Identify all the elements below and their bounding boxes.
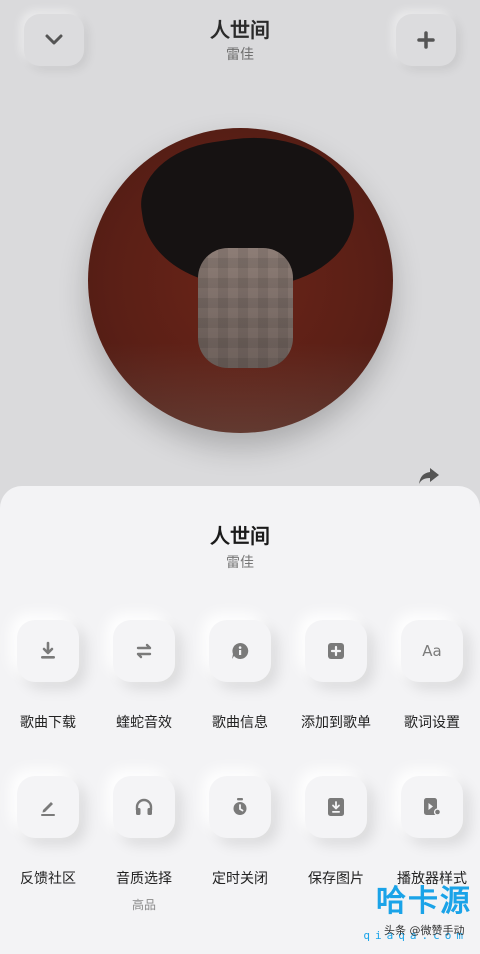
option-feedback-label: 反馈社区 [20, 871, 76, 887]
audio-quality-tile[interactable] [113, 776, 175, 838]
option-save-image[interactable]: 保存图片 [288, 776, 384, 888]
option-feedback[interactable]: 反馈社区 [0, 776, 96, 888]
album-cover[interactable] [88, 128, 393, 433]
option-song-info-label: 歌曲信息 [212, 715, 268, 731]
save-image-tile[interactable] [305, 776, 367, 838]
player-style-tile[interactable] [401, 776, 463, 838]
lyrics-font-icon: Aa [422, 642, 442, 660]
headphones-icon [135, 798, 153, 815]
option-lyrics-settings[interactable]: Aa 歌词设置 [384, 620, 480, 732]
add-button[interactable] [396, 14, 456, 66]
option-download[interactable]: 歌曲下载 [0, 620, 96, 732]
sheet-song-title: 人世间 [210, 524, 270, 548]
option-song-info[interactable]: 歌曲信息 [192, 620, 288, 732]
save-image-icon [328, 798, 344, 816]
song-info-tile[interactable] [209, 620, 271, 682]
add-to-playlist-icon [328, 643, 344, 659]
option-audio-quality[interactable]: 音质选择 高品 [96, 776, 192, 913]
option-add-to-playlist-label: 添加到歌单 [301, 715, 371, 731]
info-icon [232, 642, 249, 659]
option-save-image-label: 保存图片 [308, 871, 364, 887]
option-sleep-timer-label: 定时关闭 [212, 871, 268, 887]
sound-effect-tile[interactable] [113, 620, 175, 682]
option-sleep-timer[interactable]: 定时关闭 [192, 776, 288, 888]
sleep-timer-tile[interactable] [209, 776, 271, 838]
sheet-artist: 雷佳 [226, 555, 254, 571]
timer-icon [233, 798, 247, 815]
option-lyrics-settings-label: 歌词设置 [404, 715, 460, 731]
option-audio-quality-label: 音质选择 [116, 871, 172, 887]
player-style-icon [424, 798, 442, 816]
audio-quality-value: 高品 [131, 898, 156, 912]
download-tile[interactable] [17, 620, 79, 682]
add-to-playlist-tile[interactable] [305, 620, 367, 682]
option-player-style[interactable]: 播放器样式 [384, 776, 480, 888]
option-add-to-playlist[interactable]: 添加到歌单 [288, 620, 384, 732]
sound-effect-icon [136, 643, 152, 659]
feedback-tile[interactable] [17, 776, 79, 838]
plus-icon [417, 31, 435, 49]
edit-icon [41, 802, 55, 816]
option-download-label: 歌曲下载 [20, 715, 76, 731]
option-sound-effect-label: 蝰蛇音效 [116, 715, 172, 731]
download-icon [41, 641, 55, 659]
option-sound-effect[interactable]: 蝰蛇音效 [96, 620, 192, 732]
watermark-credit: 头条 @微赞手动 [384, 924, 465, 937]
lyrics-settings-tile[interactable]: Aa [401, 620, 463, 682]
watermark-logo: 哈卡源 [376, 884, 472, 919]
share-icon[interactable] [418, 466, 440, 486]
